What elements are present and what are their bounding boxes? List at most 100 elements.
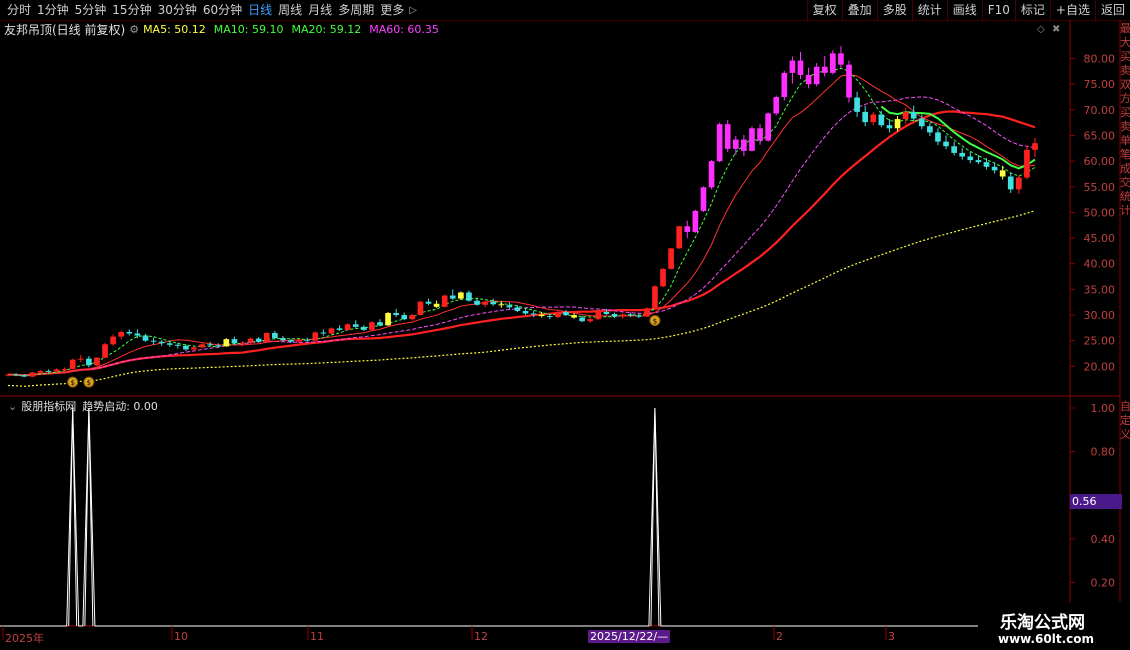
side-strip-top[interactable]: 最大买卖双方买卖单笔成交统计 <box>1120 22 1130 392</box>
candle-body <box>886 125 893 129</box>
candle-body <box>126 331 133 334</box>
candle-body <box>708 161 715 188</box>
price-tick-label: 65.00 <box>1084 129 1116 142</box>
candle-body <box>789 60 796 73</box>
candle-body <box>199 344 205 348</box>
candle-body <box>223 339 230 347</box>
candle-body <box>312 332 319 341</box>
candle-body <box>732 139 739 149</box>
candle-body <box>967 156 974 161</box>
candle-body <box>724 124 731 149</box>
candle-body <box>239 342 246 344</box>
candle-body <box>458 292 464 299</box>
candle-body <box>821 66 828 73</box>
candle-body <box>183 345 189 350</box>
candle-body <box>797 60 804 75</box>
candle-body <box>644 308 650 317</box>
price-tick-label: 70.00 <box>1084 104 1116 117</box>
ma30-line <box>7 110 1036 377</box>
candle-body <box>474 300 480 305</box>
candle-body <box>603 311 610 315</box>
candle-body <box>991 166 998 171</box>
candle-body <box>53 369 60 372</box>
watermark-line1: 乐淘公式网 <box>1000 613 1085 633</box>
date-label-0: 2025年 <box>5 632 44 645</box>
candle-body <box>29 372 36 377</box>
candle-body <box>441 295 448 307</box>
candle-body <box>660 268 666 287</box>
candle-body <box>433 303 440 307</box>
candle-body <box>676 226 683 249</box>
indicator-current-value: 0.56 <box>1070 494 1122 509</box>
candle-body <box>409 315 416 320</box>
candle-body <box>77 358 84 360</box>
candle-body <box>619 314 626 317</box>
candle-body <box>1015 177 1022 190</box>
candle-body <box>587 319 594 322</box>
candle-body <box>918 118 925 127</box>
candle-body <box>514 307 521 311</box>
candle-body <box>692 210 699 232</box>
candle-body <box>118 331 125 337</box>
candle-body <box>13 374 19 376</box>
candle-body <box>773 97 780 114</box>
candle-body <box>304 339 311 341</box>
candle-body <box>247 338 254 343</box>
candle-body <box>69 359 76 369</box>
watermark: 乐淘公式网 www.60lt.com <box>978 602 1130 650</box>
candle-body <box>894 119 901 129</box>
price-tick-label: 60.00 <box>1084 155 1116 168</box>
price-tick-label: 20.00 <box>1084 360 1116 373</box>
candle-body <box>288 340 294 342</box>
candle-body <box>522 310 529 314</box>
candle-body <box>538 314 545 317</box>
candle-body <box>571 315 577 318</box>
candle-body <box>563 311 569 316</box>
candle-body <box>425 301 432 304</box>
date-highlight: 2025/12/22/— <box>588 630 671 643</box>
candle-body <box>546 316 553 318</box>
money-bag-icon-glyph: $ <box>70 379 74 387</box>
candle-body <box>579 317 585 322</box>
price-tick-label: 40.00 <box>1084 258 1116 271</box>
candle-body <box>417 301 424 316</box>
candle-body <box>158 341 165 344</box>
candle-body <box>61 368 68 370</box>
candle-body <box>134 333 141 336</box>
candle-body <box>215 345 222 347</box>
side-strip-bottom[interactable]: 自定义 <box>1120 400 1130 440</box>
candle-body <box>272 333 278 339</box>
candle-body <box>635 315 642 317</box>
date-label-4: 2 <box>776 630 783 643</box>
candle-body <box>466 292 472 301</box>
date-label-5: 3 <box>888 630 895 643</box>
candle-body <box>927 126 933 133</box>
candle-body <box>401 315 408 320</box>
candle-body <box>555 311 561 318</box>
candle-body <box>878 114 885 126</box>
candle-body <box>716 124 723 162</box>
date-label-2: 11 <box>310 630 324 643</box>
candlestick-chart[interactable]: 80.00 75.00 70.00 65.00 60.00 55.00 50.00 45.00… <box>0 0 1130 650</box>
price-tick-label: 25.00 <box>1084 335 1116 348</box>
price-tick-label: 35.00 <box>1084 283 1116 296</box>
candle-body <box>94 357 100 366</box>
candle-body <box>490 301 497 305</box>
candle-body <box>102 344 108 358</box>
candle-body <box>975 160 982 163</box>
candle-body <box>1007 176 1014 190</box>
candle-body <box>263 333 270 342</box>
candle-body <box>1032 143 1038 150</box>
price-tick-label: 45.00 <box>1084 232 1116 245</box>
candle-body <box>838 53 844 65</box>
date-label-1: 10 <box>174 630 188 643</box>
candle-body <box>902 111 909 120</box>
candle-body <box>530 313 537 315</box>
candle-body <box>805 74 812 85</box>
candle-body <box>328 328 335 334</box>
ind-tick-label: 1.00 <box>1091 402 1116 415</box>
candle-body <box>700 187 707 211</box>
price-tick-label: 50.00 <box>1084 206 1116 219</box>
candle-body <box>5 374 11 376</box>
ma60-line <box>7 210 1036 387</box>
